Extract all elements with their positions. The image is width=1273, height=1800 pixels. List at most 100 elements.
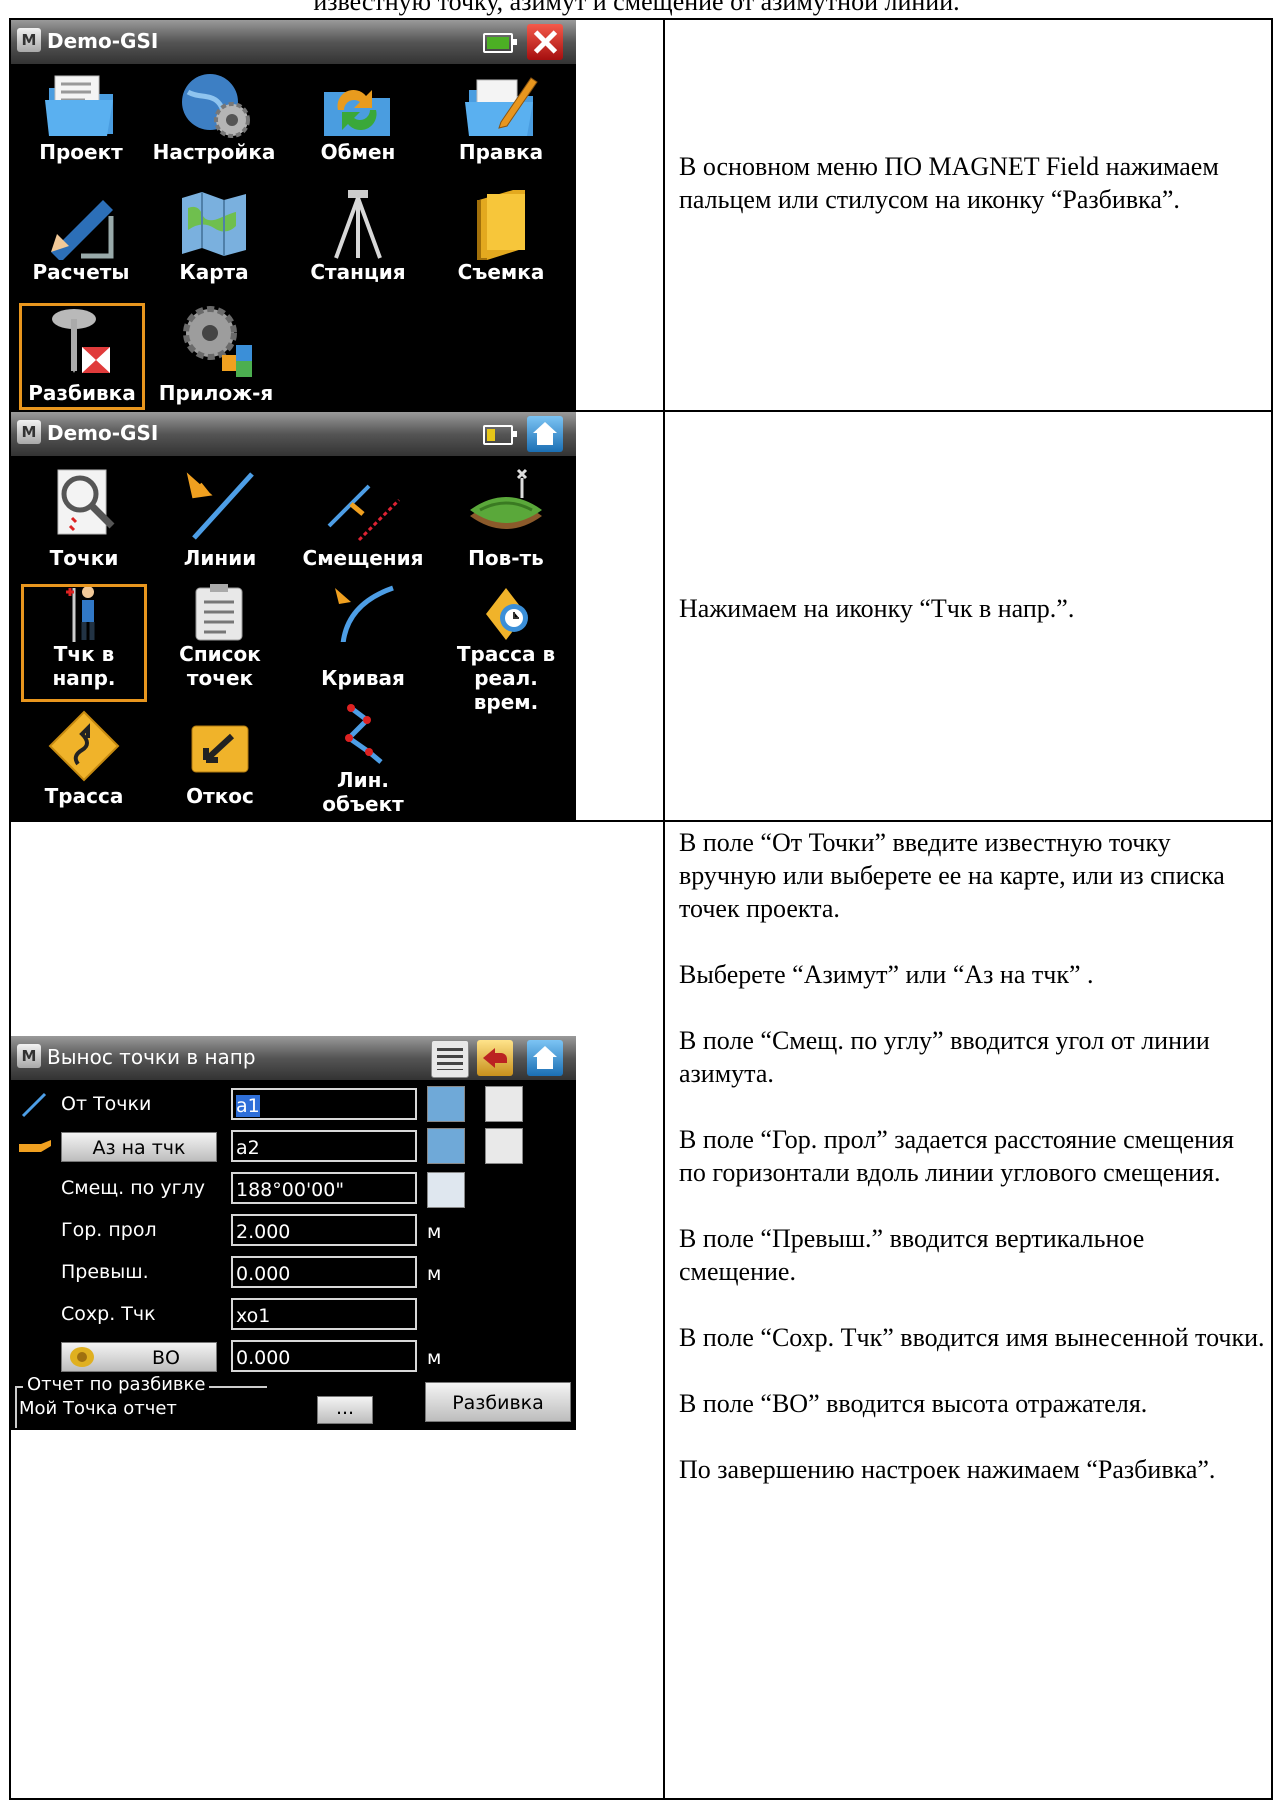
point-list-icon[interactable] [485, 1128, 523, 1164]
description-cell: Нажимаем на иконку “Тчк в напр.”. [663, 410, 1273, 822]
tile-point-in-direction[interactable]: Тчк в напр. [21, 584, 147, 702]
clipboard-list-icon [195, 584, 243, 641]
home-icon[interactable] [527, 416, 563, 452]
stake-point-in-direction-screen: M Вынос точки в напр От Точки a1 Аз на т… [11, 1036, 576, 1430]
tile-label: Откос [186, 784, 254, 808]
screen-cell: M Demo-GSI Проект Настройка Обмен Правка… [9, 18, 665, 412]
project-title: Demo-GSI [47, 29, 159, 53]
tile-realtime-road[interactable]: Трасса в реал. врем. [441, 584, 571, 724]
map-icon[interactable] [427, 1128, 465, 1164]
tile-label: Станция [310, 260, 406, 284]
angle-offset-input[interactable]: 188°00'00" [231, 1172, 417, 1204]
app-logo-icon[interactable]: M [17, 28, 41, 52]
table-row: M Demo-GSI Проект Настройка Обмен Правка… [9, 18, 1273, 412]
hd-input[interactable]: 2.000 [231, 1214, 417, 1246]
battery-icon [483, 425, 517, 445]
curve-icon [335, 585, 394, 642]
instruction-table: M Demo-GSI Проект Настройка Обмен Правка… [9, 18, 1273, 1800]
hd-unit: м [427, 1221, 442, 1243]
horizontal-distance-row: Гор. прол 2.000 м [11, 1214, 576, 1250]
azimuth-to-point-button[interactable]: Аз на тчк [61, 1132, 217, 1162]
from-point-input[interactable]: a1 [231, 1088, 417, 1120]
tile-label: объект [322, 792, 404, 816]
tile-label: Трасса в [456, 642, 556, 666]
point-list-icon[interactable] [485, 1086, 523, 1122]
description-paragraph: В поле “Сохр. Тчк” вводится имя вынесенн… [679, 1323, 1265, 1352]
tile-linear-object[interactable]: Лин. объект [295, 702, 431, 820]
tile-label: Настройка [152, 140, 276, 164]
tile-apps[interactable]: Прилож-я [149, 303, 283, 410]
rod-height-input[interactable]: 0.000 [231, 1340, 417, 1372]
tile-settings[interactable]: Настройка [147, 70, 281, 185]
screen-cell: M Вынос точки в напр От Точки a1 Аз на т… [9, 820, 665, 1800]
description-paragraph: Выберете “Азимут” или “Аз на тчк” . [679, 960, 1094, 989]
map-icon[interactable] [427, 1086, 465, 1122]
project-title: Demo-GSI [47, 421, 159, 445]
road-sign-icon [48, 710, 120, 782]
list-icon[interactable] [431, 1040, 469, 1078]
report-browse-button[interactable]: ... [317, 1396, 373, 1424]
tile-lines[interactable]: Линии [157, 466, 283, 584]
save-point-input[interactable]: xo1 [231, 1298, 417, 1330]
offset-line-icon [327, 484, 401, 542]
vd-input[interactable]: 0.000 [231, 1256, 417, 1288]
rod-height-unit: м [427, 1347, 442, 1369]
top-caption: известную точку, азимут и смещение от аз… [313, 0, 960, 16]
line-icon [21, 1092, 47, 1118]
exchange-folder-icon [324, 89, 390, 136]
tile-label: врем. [473, 690, 539, 714]
tile-label: Лин. [336, 768, 390, 792]
pointing-hand-icon [19, 1140, 51, 1152]
line-icon [186, 472, 254, 540]
globe-gear-icon [182, 74, 250, 138]
tile-label: точек [186, 666, 254, 690]
slope-arrow-icon [191, 725, 249, 773]
stakeout-menu-screen: M Demo-GSI Точки Линии Смещения Пов-ть Т… [11, 412, 576, 820]
tile-label: Точки [49, 546, 119, 570]
tile-curve[interactable]: Кривая [295, 584, 431, 702]
tile-surface[interactable]: Пов-ть [441, 466, 571, 584]
tile-road[interactable]: Трасса [21, 708, 147, 818]
angle-offset-row: Смещ. по углу 188°00'00" [11, 1172, 576, 1208]
ruler-pencil-icon [51, 200, 114, 260]
tile-points[interactable]: Точки [21, 466, 147, 584]
close-icon[interactable] [527, 24, 563, 60]
description-text: В основном меню ПО MAGNET Field нажимаем… [679, 152, 1219, 214]
tile-station[interactable]: Станция [291, 188, 425, 300]
description-block: В поле “От Точки” введите известную точк… [679, 826, 1265, 1486]
tile-calc[interactable]: Расчеты [19, 188, 143, 300]
tile-exchange[interactable]: Обмен [291, 70, 425, 185]
screen-cell: M Demo-GSI Точки Линии Смещения Пов-ть Т… [9, 410, 665, 822]
angle-options-icon[interactable] [427, 1172, 465, 1208]
description-paragraph: В поле “Превыш.” вводится вертикальное с… [679, 1224, 1145, 1286]
vd-label: Превыш. [61, 1261, 149, 1283]
tile-label: Проект [39, 140, 123, 164]
road-clock-icon [486, 588, 528, 640]
rod-height-button[interactable]: ВО [61, 1342, 217, 1372]
back-icon[interactable] [477, 1040, 513, 1076]
rod-height-button-label: ВО [152, 1347, 180, 1369]
app-logo-icon[interactable]: M [17, 420, 41, 444]
tile-survey[interactable]: Съемка [431, 188, 571, 300]
table-row: M Вынос точки в напр От Точки a1 Аз на т… [9, 820, 1273, 1800]
azimuth-point-input[interactable]: a2 [231, 1130, 417, 1162]
description-cell: В поле “От Точки” введите известную точк… [663, 820, 1273, 1800]
tile-edit[interactable]: Правка [431, 70, 571, 185]
map-icon [182, 192, 246, 256]
tile-slope[interactable]: Откос [157, 708, 283, 818]
stakeout-button[interactable]: Разбивка [425, 1382, 571, 1422]
tile-project[interactable]: Проект [19, 70, 143, 185]
save-point-label: Сохр. Тчк [61, 1303, 156, 1325]
vertical-offset-row: Превыш. 0.000 м [11, 1256, 576, 1292]
prism-icon [70, 1347, 94, 1367]
tile-label: Обмен [320, 140, 396, 164]
tile-label: Карта [179, 260, 249, 284]
description-paragraph: В поле “От Точки” введите известную точк… [679, 828, 1225, 923]
from-point-label: От Точки [61, 1093, 152, 1115]
home-icon[interactable] [527, 1040, 563, 1076]
tile-map[interactable]: Карта [147, 188, 281, 300]
tile-point-list[interactable]: Список точек [157, 584, 283, 702]
app-logo-icon[interactable]: M [17, 1044, 41, 1068]
tile-stakeout[interactable]: Разбивка [19, 303, 145, 410]
tile-offsets[interactable]: Смещения [295, 466, 431, 584]
